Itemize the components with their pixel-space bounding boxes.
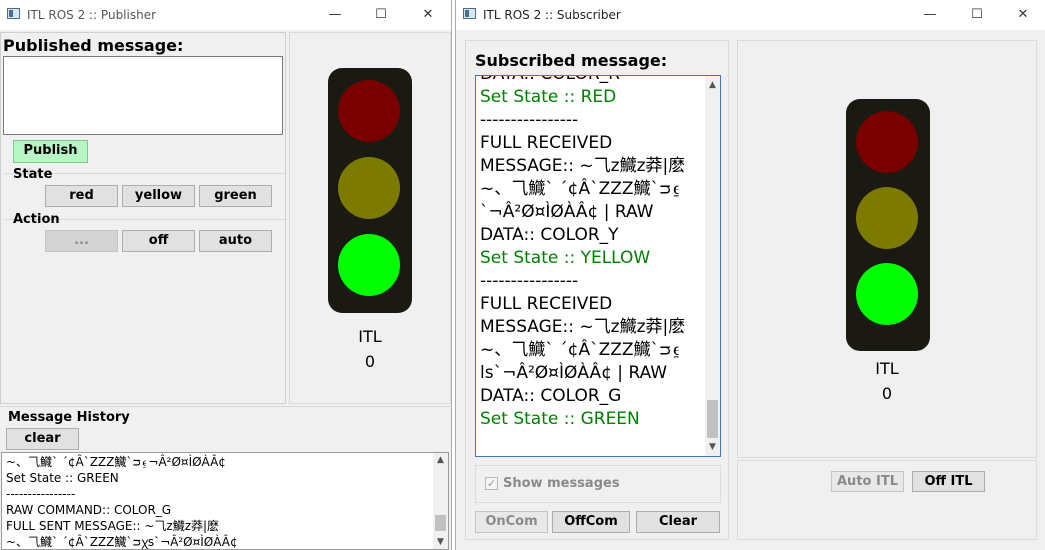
minimize-icon[interactable]: — bbox=[918, 4, 942, 26]
subscribed-message-line: Set State :: RED bbox=[480, 87, 617, 107]
action-label: Action bbox=[13, 212, 60, 227]
subscribed-message-label: Subscribed message: bbox=[475, 51, 668, 70]
scroll-up-icon[interactable]: ▲ bbox=[705, 78, 720, 92]
history-scrollbar[interactable]: ▲ ▼ bbox=[433, 453, 448, 549]
close-icon[interactable]: ✕ bbox=[1011, 4, 1035, 26]
subscribed-message-line: DATA:: COLOR_G bbox=[480, 386, 622, 406]
subscribed-message-log[interactable]: DATA:: COLOR_RSet State :: RED----------… bbox=[475, 75, 721, 457]
traffic-light bbox=[328, 68, 412, 313]
state-red-button[interactable]: red bbox=[45, 185, 118, 207]
check-icon[interactable]: ✓ bbox=[485, 477, 498, 490]
history-line: RAW COMMAND:: COLOR_G bbox=[6, 503, 172, 517]
history-line: ---------------- bbox=[6, 487, 76, 501]
publisher-control-panel: Published message: Publish State red yel… bbox=[0, 32, 286, 404]
history-line: ~、⺄鱵` ´¢Â`ZZZ鱵`ᴝ⍷¬Â²Ø¤ÌØÀÂ¢ bbox=[6, 455, 226, 469]
yellow-lamp bbox=[856, 187, 918, 249]
scroll-down-icon[interactable]: ▼ bbox=[705, 440, 720, 454]
minimize-icon[interactable]: — bbox=[323, 4, 347, 26]
published-message-input[interactable] bbox=[3, 56, 283, 135]
maximize-icon[interactable]: ☐ bbox=[965, 4, 989, 26]
subscriber-titlebar: ITL ROS 2 :: Subscriber — ☐ ✕ bbox=[456, 0, 1045, 30]
yellow-lamp bbox=[338, 157, 400, 219]
light-name: ITL bbox=[358, 327, 382, 346]
subscriber-title: ITL ROS 2 :: Subscriber bbox=[483, 8, 621, 22]
subscribed-message-line: MESSAGE:: ~⺄z鱵z莽|麽 bbox=[480, 156, 686, 176]
green-lamp bbox=[338, 234, 400, 296]
subscriber-light-panel: ITL 0 bbox=[737, 40, 1037, 458]
history-label: Message History bbox=[8, 410, 130, 425]
history-line: Set State :: GREEN bbox=[6, 471, 119, 485]
subscribed-message-line: FULL RECEIVED bbox=[480, 133, 613, 153]
offcom-button[interactable]: OffCom bbox=[552, 511, 630, 533]
action-off-button[interactable]: off bbox=[122, 230, 195, 252]
light-count: 0 bbox=[364, 352, 376, 371]
history-clear-button[interactable]: clear bbox=[6, 428, 79, 450]
action-blink-button[interactable]: ... bbox=[45, 230, 118, 252]
red-lamp bbox=[338, 80, 400, 142]
subscribed-message-line: ~、⺄鱵` ´¢Â`ZZZ鱵`ᴝ⍷ bbox=[480, 179, 682, 199]
state-label: State bbox=[13, 167, 53, 182]
app-window-icon bbox=[463, 8, 476, 19]
close-icon[interactable]: ✕ bbox=[416, 4, 440, 26]
publish-button[interactable]: Publish bbox=[13, 140, 88, 163]
subscriber-window: ITL ROS 2 :: Subscriber — ☐ ✕ Subscribed… bbox=[455, 0, 1045, 550]
state-green-button[interactable]: green bbox=[199, 185, 272, 207]
subscribed-message-line: `¬Â²Ø¤ÌØÀÂ¢ | RAW bbox=[480, 202, 654, 222]
history-line: ~、⺄鱵` ´¢Â`ZZZ鱵`ᴝꭓs`¬Â²Ø¤ÌØÀÂ¢ bbox=[6, 535, 238, 549]
subscribed-message-line: ---------------- bbox=[480, 110, 579, 130]
history-scroll-thumb[interactable] bbox=[435, 515, 446, 531]
subscribed-message-line: DATA:: COLOR_Y bbox=[480, 225, 619, 245]
clear-button[interactable]: Clear bbox=[636, 511, 720, 533]
maximize-icon[interactable]: ☐ bbox=[369, 4, 393, 26]
red-lamp bbox=[856, 111, 918, 173]
subscribed-message-line: MESSAGE:: ~⺄z鱵z莽|麽 bbox=[480, 317, 686, 337]
history-divider bbox=[0, 406, 451, 407]
history-log[interactable]: ~、⺄鱵` ´¢Â`ZZZ鱵`ᴝ⍷¬Â²Ø¤ÌØÀÂ¢ Set State ::… bbox=[1, 452, 449, 550]
off-itl-button[interactable]: Off ITL bbox=[912, 471, 985, 492]
subscribed-message-line: DATA:: COLOR_R bbox=[480, 76, 704, 86]
history-line: FULL SENT MESSAGE:: ~⺄z鱵z莽|麽 bbox=[6, 519, 220, 533]
published-message-label: Published message: bbox=[3, 36, 184, 55]
subscribed-message-line: ---------------- bbox=[480, 271, 579, 291]
subscribed-scroll-thumb[interactable] bbox=[707, 400, 718, 438]
state-yellow-button[interactable]: yellow bbox=[122, 185, 195, 207]
subscribed-message-line: FULL RECEIVED bbox=[480, 294, 613, 314]
scroll-down-icon[interactable]: ▼ bbox=[433, 535, 448, 549]
subscribed-message-line: ~、⺄鱵` ´¢Â`ZZZ鱵`ᴝ⍷ bbox=[480, 340, 682, 360]
scroll-up-icon[interactable]: ▲ bbox=[433, 453, 448, 467]
subscribed-message-line: Set State :: GREEN bbox=[480, 409, 640, 429]
subscriber-message-panel: Subscribed message: DATA:: COLOR_RSet St… bbox=[465, 40, 729, 540]
publisher-window: ITL ROS 2 :: Publisher — ☐ ✕ Published m… bbox=[0, 0, 452, 550]
light-count: 0 bbox=[881, 384, 893, 403]
action-auto-button[interactable]: auto bbox=[199, 230, 272, 252]
publisher-titlebar: ITL ROS 2 :: Publisher — ☐ ✕ bbox=[0, 0, 451, 30]
subscribed-message-lines: DATA:: COLOR_RSet State :: RED----------… bbox=[480, 76, 704, 431]
subscriber-light-controls: Auto ITL Off ITL bbox=[737, 460, 1037, 540]
subscribed-message-line: ls`¬Â²Ø¤ÌØÀÂ¢ | RAW bbox=[480, 363, 668, 383]
subscribed-scrollbar[interactable]: ▲ ▼ bbox=[705, 76, 720, 456]
auto-itl-button[interactable]: Auto ITL bbox=[831, 471, 904, 492]
traffic-light bbox=[846, 99, 930, 351]
publisher-light-panel: ITL 0 bbox=[289, 32, 451, 404]
oncom-button[interactable]: OnCom bbox=[475, 511, 548, 533]
publisher-title: ITL ROS 2 :: Publisher bbox=[27, 8, 157, 22]
subscribed-message-line: Set State :: YELLOW bbox=[480, 248, 651, 268]
light-name: ITL bbox=[875, 359, 899, 378]
green-lamp bbox=[856, 263, 918, 325]
app-window-icon bbox=[7, 8, 20, 19]
show-messages-row: ✓ Show messages bbox=[475, 465, 721, 503]
show-messages-label[interactable]: Show messages bbox=[503, 476, 620, 491]
